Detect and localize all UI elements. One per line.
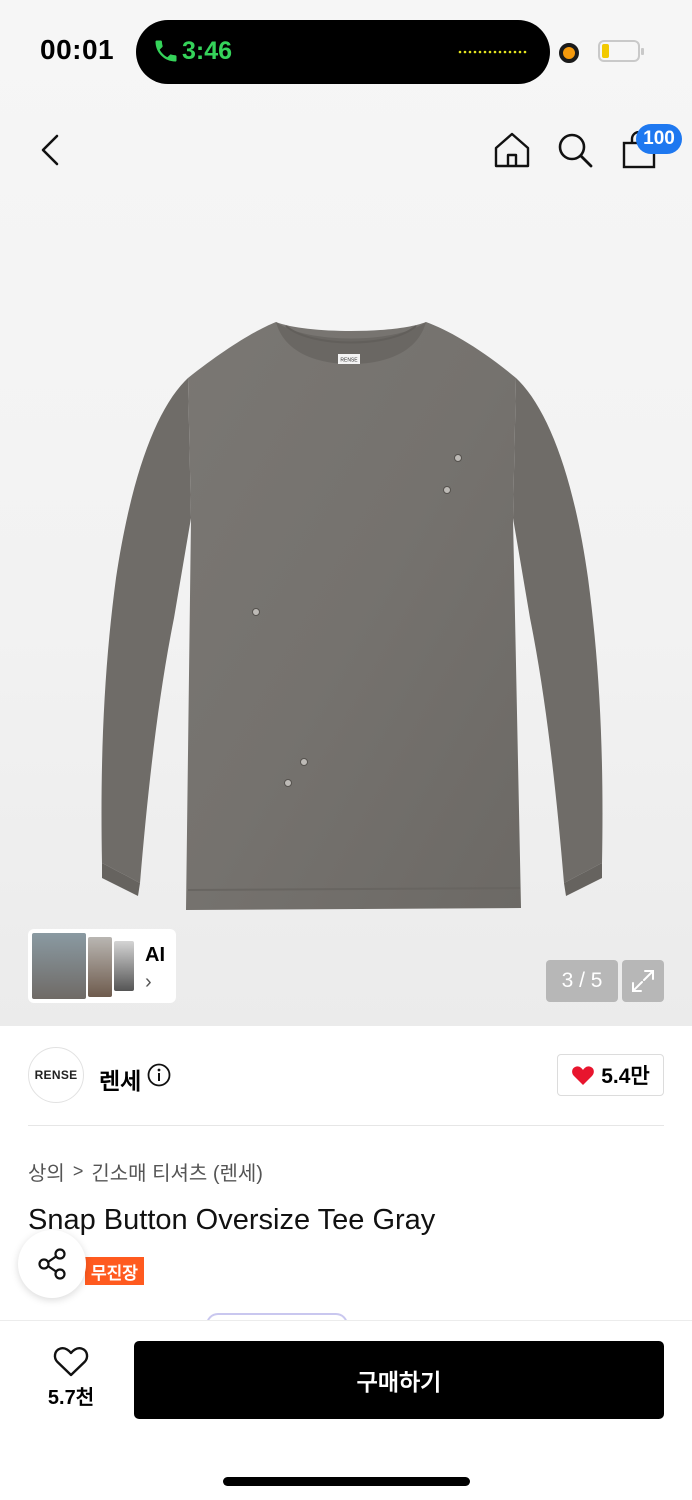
brand-like-button[interactable]: 5.4만: [557, 1054, 664, 1096]
model-photo-thumbnail: [32, 933, 86, 999]
neckline-label-text: RENSE: [340, 358, 358, 364]
divider: [28, 1125, 664, 1126]
dynamic-island-call[interactable]: 3:46: [136, 20, 550, 84]
model-photo-thumbnail: [114, 941, 134, 991]
breadcrumb-category[interactable]: 상의: [28, 1157, 65, 1186]
share-icon: [38, 1248, 66, 1280]
info-icon[interactable]: [147, 1063, 171, 1087]
product-tag: 무진장: [85, 1257, 144, 1285]
wishlist-count: 5.7천: [47, 1387, 95, 1409]
chevron-right-icon: ›: [145, 971, 152, 993]
home-indicator[interactable]: [223, 1477, 470, 1486]
wishlist-button[interactable]: 5.7천: [28, 1345, 114, 1415]
back-icon: [41, 134, 59, 166]
mic-indicator-dot: [559, 43, 579, 63]
search-icon: [558, 133, 593, 168]
heart-outline-icon: [53, 1346, 89, 1377]
audio-wave-icon: [458, 50, 527, 54]
product-title: Snap Button Oversize Tee Gray: [28, 1204, 436, 1236]
back-button[interactable]: [28, 128, 72, 172]
cart-count-badge: 100: [636, 124, 682, 154]
breadcrumb-subcategory[interactable]: 긴소매 티셔츠 (렌세): [91, 1157, 263, 1186]
brand-logo[interactable]: RENSE: [28, 1047, 84, 1103]
brand-name[interactable]: 렌세: [99, 1062, 141, 1096]
breadcrumb: 상의 > 긴소매 티셔츠 (렌세): [28, 1157, 263, 1186]
heart-icon: [572, 1066, 595, 1085]
image-counter: 3 / 5: [546, 960, 618, 1002]
search-button[interactable]: [553, 128, 597, 172]
chevron-right-icon: >: [72, 1161, 84, 1181]
phone-icon: [155, 40, 177, 62]
call-duration: 3:46: [182, 37, 233, 65]
home-icon: [494, 132, 530, 168]
expand-icon: [632, 970, 654, 992]
battery-icon: [598, 40, 644, 62]
buy-button[interactable]: 구매하기: [134, 1341, 664, 1419]
status-time: 00:01: [40, 34, 115, 65]
ai-label: AI: [145, 944, 165, 966]
expand-button[interactable]: [622, 960, 664, 1002]
home-button[interactable]: [490, 128, 534, 172]
brand-like-count: 5.4만: [601, 1065, 650, 1088]
model-photo-thumbnail: [88, 937, 112, 997]
product-photo: RENSE: [101, 322, 603, 910]
ai-styling-chip[interactable]: AI ›: [28, 929, 176, 1003]
share-button[interactable]: [18, 1230, 86, 1298]
